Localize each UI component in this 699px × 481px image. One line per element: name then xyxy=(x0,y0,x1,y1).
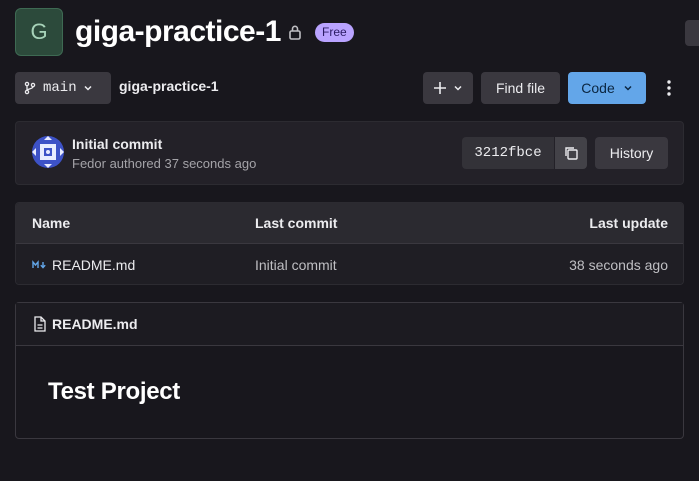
notifications-button[interactable] xyxy=(685,20,699,46)
find-file-button[interactable]: Find file xyxy=(481,72,560,104)
code-button[interactable]: Code xyxy=(568,72,646,104)
markdown-icon xyxy=(32,260,46,269)
commit-title[interactable]: Initial commit xyxy=(72,136,162,152)
chevron-down-icon xyxy=(84,85,92,91)
commit-author-line: Fedor authored 37 seconds ago xyxy=(72,156,257,171)
chevron-down-icon xyxy=(454,85,462,91)
plus-icon xyxy=(434,82,446,94)
history-button[interactable]: History xyxy=(595,137,668,169)
file-icon xyxy=(34,316,46,332)
column-header-last-commit: Last commit xyxy=(255,215,338,231)
branch-icon xyxy=(24,81,36,95)
column-header-name: Name xyxy=(32,215,71,231)
author-avatar[interactable] xyxy=(32,136,64,168)
copy-icon xyxy=(565,147,578,160)
file-last-commit-link[interactable]: Initial commit xyxy=(255,257,337,273)
project-avatar[interactable]: G xyxy=(15,8,63,56)
breadcrumb[interactable]: giga-practice-1 xyxy=(119,78,219,94)
plan-badge: Free xyxy=(315,23,354,42)
table-header xyxy=(16,203,683,244)
copy-sha-button[interactable] xyxy=(555,137,587,169)
branch-name: main xyxy=(43,80,77,96)
column-header-last-update: Last update xyxy=(589,215,668,231)
code-label: Code xyxy=(581,80,615,96)
kebab-icon xyxy=(667,80,671,96)
more-actions-button[interactable] xyxy=(658,72,680,104)
file-name-link[interactable]: README.md xyxy=(52,257,135,273)
readme-filename[interactable]: README.md xyxy=(52,316,138,332)
project-title[interactable]: giga-practice-1 xyxy=(75,11,281,53)
commit-sha[interactable]: 3212fbce xyxy=(462,137,554,169)
add-button[interactable] xyxy=(423,72,473,104)
file-last-update: 38 seconds ago xyxy=(569,257,668,273)
lock-icon xyxy=(289,25,301,40)
chevron-down-icon xyxy=(624,85,632,91)
readme-heading: Test Project xyxy=(48,378,180,405)
branch-selector[interactable]: main xyxy=(15,72,111,104)
